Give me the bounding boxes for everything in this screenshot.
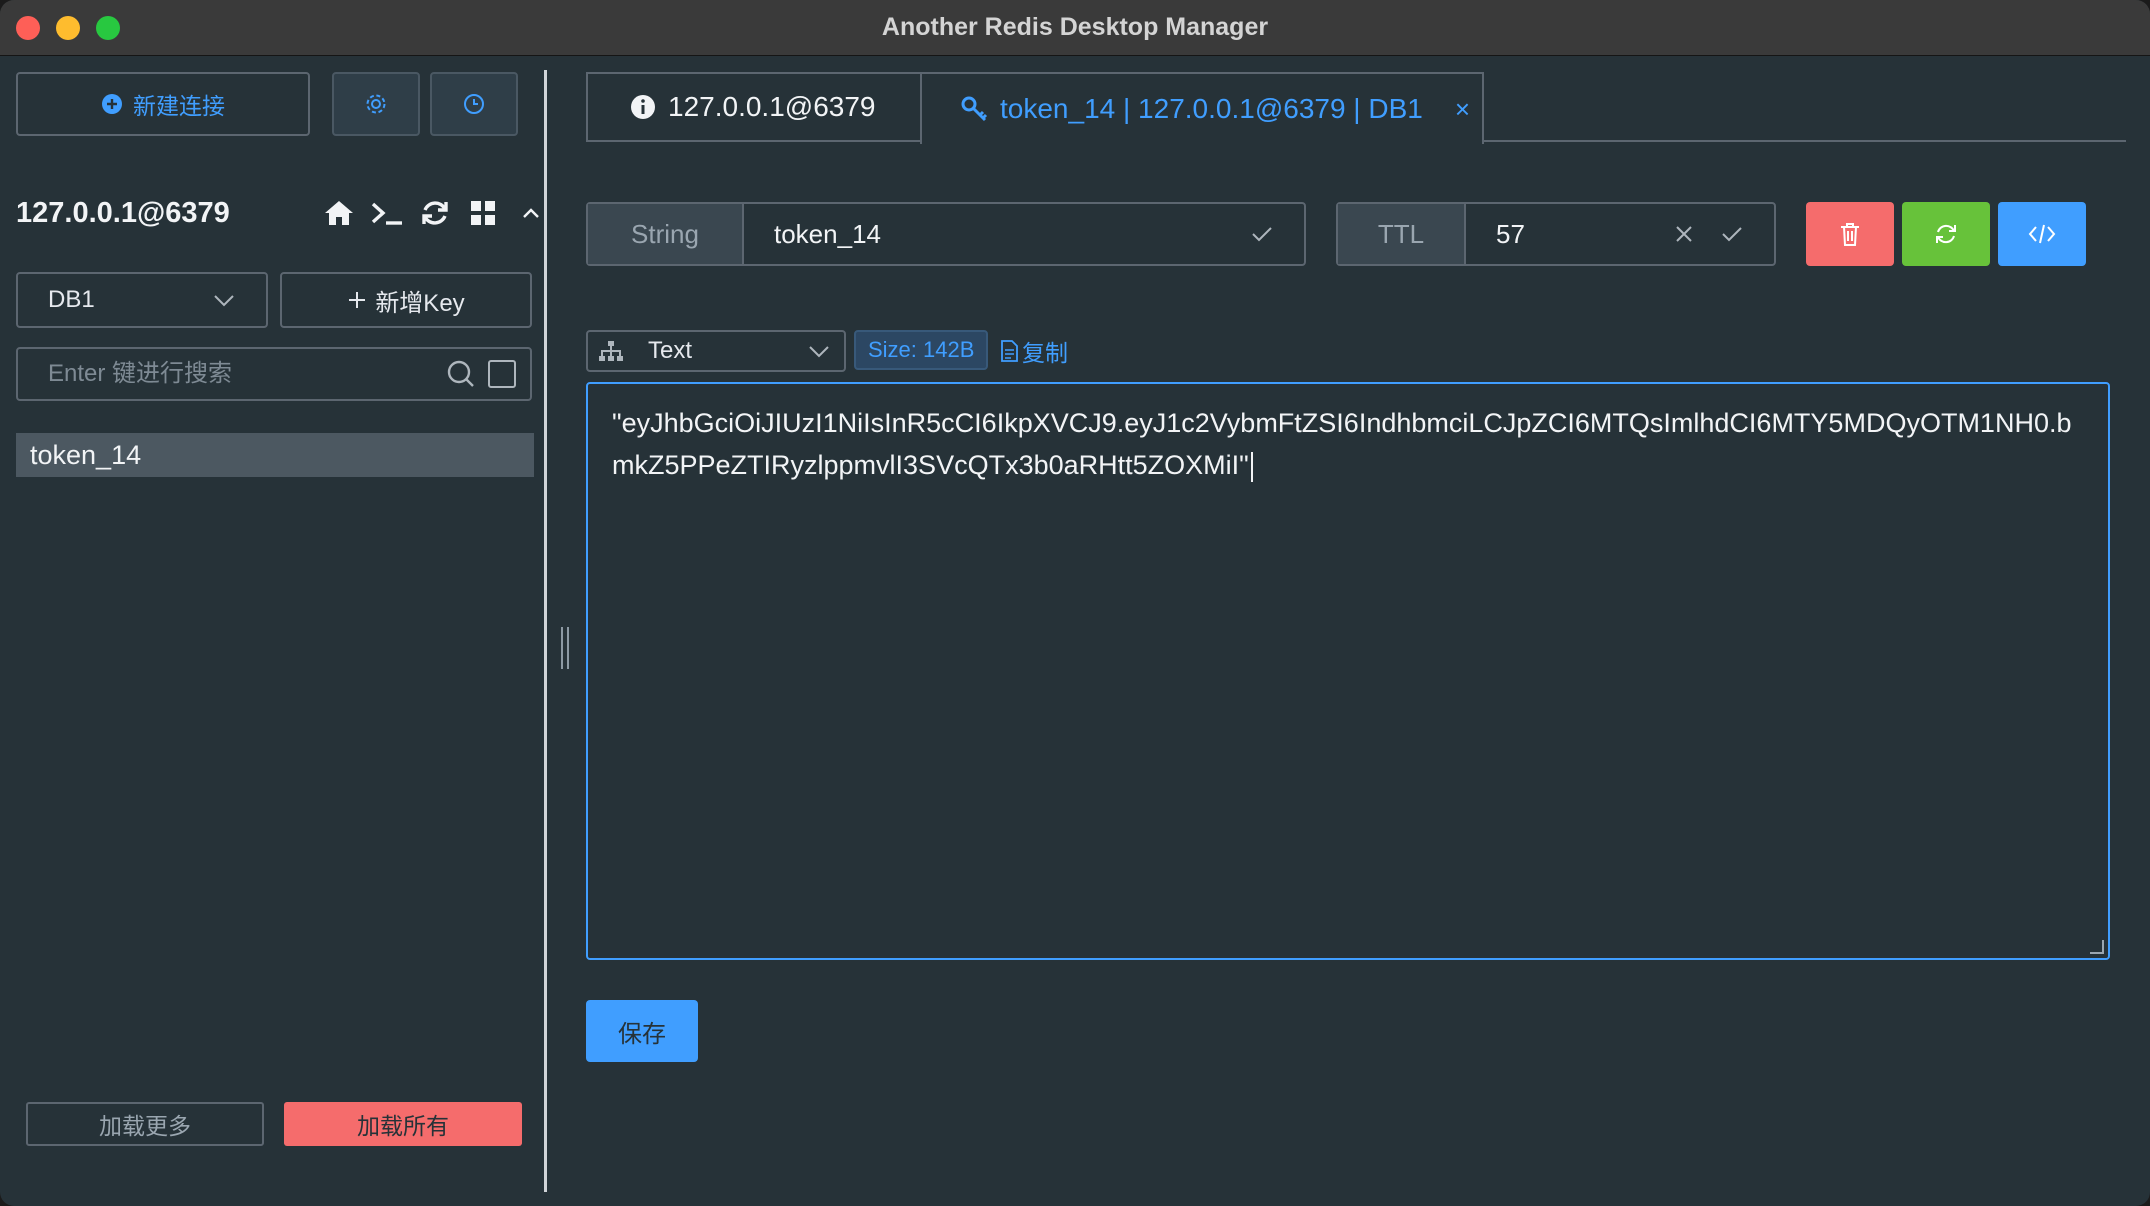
key-name-value: token_14 <box>774 218 881 249</box>
settings-button[interactable] <box>332 72 420 136</box>
gear-icon <box>364 92 388 116</box>
key-icon <box>960 95 988 123</box>
add-key-label: 新增Key <box>375 289 465 317</box>
resize-handle[interactable] <box>2090 940 2104 954</box>
home-icon[interactable] <box>322 196 356 230</box>
dump-command-button[interactable] <box>1998 202 2086 266</box>
copy-label: 复制 <box>1022 340 1068 366</box>
value-editor[interactable]: "eyJhbGciOiJIUzI1NiIsInR5cCI6IkpXVCJ9.ey… <box>586 382 2110 960</box>
key-search-input[interactable] <box>48 360 446 388</box>
copy-value-button[interactable]: 复制 <box>1000 334 1068 368</box>
ttl-group: TTL 57 <box>1336 202 1776 266</box>
new-connection-button[interactable]: 新建连接 <box>16 72 310 136</box>
key-search-box <box>16 347 532 401</box>
tab-bar: 127.0.0.1@6379 token_14 | 127.0.0.1@6379… <box>586 72 2126 144</box>
app-window: Another Redis Desktop Manager 新建连接 127.0… <box>0 0 2150 1206</box>
save-button[interactable]: 保存 <box>586 1000 698 1062</box>
splitter-handle[interactable] <box>561 627 569 669</box>
code-icon <box>2028 223 2056 245</box>
format-select-value: Text <box>648 337 693 364</box>
trash-icon <box>1838 221 1862 247</box>
window-title: Another Redis Desktop Manager <box>881 13 1269 41</box>
value-text: "eyJhbGciOiJIUzI1NiIsInR5cCI6IkpXVCJ9.ey… <box>612 408 2072 480</box>
refresh-icon <box>1934 222 1958 246</box>
tab-key-detail[interactable]: token_14 | 127.0.0.1@6379 | DB1 × <box>920 72 1484 144</box>
chevron-down-icon <box>212 292 236 308</box>
check-icon[interactable] <box>1250 224 1274 244</box>
db-select[interactable]: DB1 <box>16 272 268 328</box>
history-button[interactable] <box>430 72 518 136</box>
connection-toolbar <box>322 196 548 230</box>
title-bar: Another Redis Desktop Manager <box>0 0 2150 56</box>
refresh-icon[interactable] <box>418 196 452 230</box>
tab-key-detail-label: token_14 | 127.0.0.1@6379 | DB1 <box>1000 93 1423 124</box>
ttl-value: 57 <box>1496 218 1525 249</box>
sidebar-divider <box>544 70 547 1192</box>
clock-icon <box>462 92 486 116</box>
text-caret <box>1250 451 1253 482</box>
document-icon <box>1000 340 1018 362</box>
plus-icon <box>347 290 367 310</box>
key-name-group: String token_14 <box>586 202 1306 266</box>
check-icon[interactable] <box>1720 224 1744 244</box>
ttl-field[interactable]: 57 <box>1466 204 1774 264</box>
size-badge: Size: 142B <box>854 330 989 370</box>
key-list-item[interactable]: token_14 <box>16 433 534 477</box>
key-name-field[interactable]: token_14 <box>744 204 1304 264</box>
info-icon <box>630 94 656 120</box>
format-select[interactable]: Text <box>586 330 846 372</box>
tab-connection-info[interactable]: 127.0.0.1@6379 <box>586 72 922 142</box>
db-select-value: DB1 <box>48 286 95 313</box>
tab-connection-info-label: 127.0.0.1@6379 <box>668 91 876 122</box>
chevron-up-icon[interactable] <box>514 196 548 230</box>
load-more-button[interactable]: 加载更多 <box>26 1102 264 1146</box>
delete-key-button[interactable] <box>1806 202 1894 266</box>
sitemap-icon <box>598 340 624 362</box>
tab-close-icon[interactable]: × <box>1455 94 1470 125</box>
terminal-icon[interactable] <box>370 196 404 230</box>
connection-name[interactable]: 127.0.0.1@6379 <box>16 197 230 230</box>
ttl-label: TTL <box>1338 204 1466 264</box>
grid-icon[interactable] <box>466 196 500 230</box>
key-type-label: String <box>588 204 744 264</box>
chevron-down-icon <box>808 344 830 358</box>
ttl-actions <box>1674 224 1744 244</box>
plus-circle-icon <box>101 93 123 115</box>
exact-search-checkbox[interactable] <box>488 360 516 388</box>
refresh-key-button[interactable] <box>1902 202 1990 266</box>
load-all-button[interactable]: 加载所有 <box>284 1102 522 1146</box>
clear-icon[interactable] <box>1674 224 1694 244</box>
search-icon[interactable] <box>446 359 476 389</box>
add-key-button[interactable]: 新增Key <box>280 272 532 328</box>
new-connection-label: 新建连接 <box>133 93 225 119</box>
